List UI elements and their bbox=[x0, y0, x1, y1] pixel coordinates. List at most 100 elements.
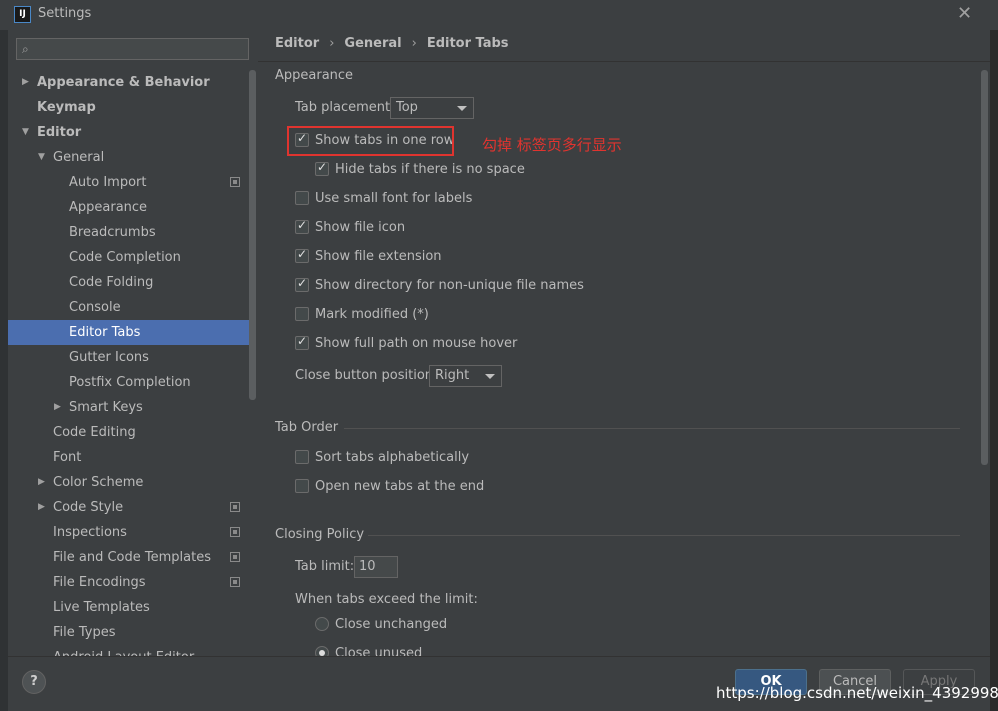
tree-item-label: Appearance bbox=[69, 200, 148, 215]
tab-placement-dropdown[interactable]: Top bbox=[390, 97, 474, 119]
window-title: Settings bbox=[38, 6, 92, 21]
tree-item-font[interactable]: Font bbox=[8, 445, 256, 470]
expand-arrow-icon[interactable]: ▶ bbox=[22, 70, 29, 95]
tree-item-file-code-templates[interactable]: File and Code Templates bbox=[8, 545, 256, 570]
tree-item-label: Auto Import bbox=[69, 175, 147, 190]
tree-item-label: Gutter Icons bbox=[69, 350, 149, 365]
expand-arrow-icon[interactable]: ▶ bbox=[38, 470, 45, 495]
checkbox[interactable]: ✓ bbox=[295, 218, 309, 234]
checkbox[interactable] bbox=[295, 307, 309, 321]
close-button-position-dropdown[interactable]: Right bbox=[429, 365, 502, 387]
search-input[interactable]: ⌕ bbox=[16, 38, 249, 60]
exceed-limit-label: When tabs exceed the limit: bbox=[295, 592, 478, 607]
main-scrollbar[interactable] bbox=[981, 70, 988, 465]
radio-button[interactable] bbox=[315, 617, 329, 631]
radio-label: Close unused bbox=[335, 646, 423, 656]
tree-item-label: Editor Tabs bbox=[69, 325, 141, 340]
tree-item-label: Font bbox=[53, 450, 82, 465]
check-icon: ✓ bbox=[317, 160, 328, 174]
tree-item-label: Breadcrumbs bbox=[69, 225, 156, 240]
settings-sidebar: ⌕ ▶ Appearance & Behavior Keymap ▼ Edito… bbox=[8, 30, 258, 656]
tree-item-label: Smart Keys bbox=[69, 400, 143, 415]
tree-item-console[interactable]: Console bbox=[8, 295, 256, 320]
tree-item-label: Android Layout Editor bbox=[53, 645, 194, 656]
tab-limit-input[interactable]: 10 bbox=[354, 556, 398, 578]
intellij-icon: IJ bbox=[14, 6, 31, 23]
checkbox-label: Show full path on mouse hover bbox=[315, 336, 518, 351]
collapse-arrow-icon[interactable]: ▼ bbox=[22, 120, 29, 145]
tree-item-label: File Encodings bbox=[53, 575, 146, 590]
project-scope-icon bbox=[230, 177, 240, 187]
tree-item-label: Code Editing bbox=[53, 425, 136, 440]
tree-item-breadcrumbs[interactable]: Breadcrumbs bbox=[8, 220, 256, 245]
checkbox-label: Hide tabs if there is no space bbox=[335, 162, 525, 177]
checkbox[interactable]: ✓ bbox=[295, 334, 309, 350]
expand-arrow-icon[interactable]: ▶ bbox=[38, 495, 45, 520]
tab-placement-label: Tab placement: bbox=[295, 100, 395, 115]
tree-item-auto-import[interactable]: Auto Import bbox=[8, 170, 256, 195]
checkbox-label: Show file extension bbox=[315, 249, 442, 264]
right-edge bbox=[990, 30, 998, 711]
checkbox[interactable]: ✓ bbox=[315, 160, 329, 176]
tree-item-color-scheme[interactable]: ▶ Color Scheme bbox=[8, 470, 256, 495]
checkbox[interactable]: ✓ bbox=[295, 247, 309, 263]
tree-item-editor[interactable]: ▼ Editor bbox=[8, 120, 256, 145]
tree-item-code-completion[interactable]: Code Completion bbox=[8, 245, 256, 270]
checkbox-label: Open new tabs at the end bbox=[315, 479, 485, 494]
annotation-text: 勾掉 标签页多行显示 bbox=[482, 136, 622, 154]
tree-item-label: Postfix Completion bbox=[69, 375, 191, 390]
tree-item-label: File and Code Templates bbox=[53, 550, 211, 565]
tree-item-label: Color Scheme bbox=[53, 475, 144, 490]
tree-item-appearance[interactable]: Appearance bbox=[8, 195, 256, 220]
tree-item-label: General bbox=[53, 150, 105, 165]
checkbox[interactable] bbox=[295, 450, 309, 464]
tree-item-code-style[interactable]: ▶ Code Style bbox=[8, 495, 256, 520]
tree-item-label: Editor bbox=[37, 125, 82, 140]
tree-item-file-types[interactable]: File Types bbox=[8, 620, 256, 645]
radio-label: Close unchanged bbox=[335, 617, 448, 632]
tree-item-label: Code Completion bbox=[69, 250, 181, 265]
watermark-text: https://blog.csdn.net/weixin_43929986 bbox=[716, 684, 998, 702]
expand-arrow-icon[interactable]: ▶ bbox=[54, 395, 61, 420]
tree-item-editor-tabs[interactable]: Editor Tabs bbox=[8, 320, 256, 345]
breadcrumb-item: Editor Tabs bbox=[426, 36, 509, 51]
breadcrumb-item: General bbox=[344, 36, 402, 51]
checkbox-label: Show file icon bbox=[315, 220, 406, 235]
tree-item-file-encodings[interactable]: File Encodings bbox=[8, 570, 256, 595]
checkbox[interactable] bbox=[295, 191, 309, 205]
section-title-appearance: Appearance bbox=[275, 68, 354, 83]
tree-item-smart-keys[interactable]: ▶ Smart Keys bbox=[8, 395, 256, 420]
tree-item-android-layout-editor[interactable]: Android Layout Editor bbox=[8, 645, 256, 656]
checkbox[interactable]: ✓ bbox=[295, 276, 309, 292]
check-icon: ✓ bbox=[297, 247, 308, 261]
close-icon[interactable]: ✕ bbox=[957, 3, 972, 24]
radio-button[interactable] bbox=[315, 646, 329, 656]
checkbox-label: Sort tabs alphabetically bbox=[315, 450, 470, 465]
checkbox-label: Show directory for non-unique file names bbox=[315, 278, 584, 293]
sidebar-scrollbar[interactable] bbox=[249, 70, 256, 400]
checkbox-label: Mark modified (*) bbox=[315, 307, 429, 322]
tree-item-live-templates[interactable]: Live Templates bbox=[8, 595, 256, 620]
chevron-down-icon bbox=[457, 106, 467, 111]
tree-item-code-editing[interactable]: Code Editing bbox=[8, 420, 256, 445]
section-divider bbox=[344, 428, 960, 429]
tree-item-general[interactable]: ▼ General bbox=[8, 145, 256, 170]
tree-item-postfix-completion[interactable]: Postfix Completion bbox=[8, 370, 256, 395]
tree-item-code-folding[interactable]: Code Folding bbox=[8, 270, 256, 295]
section-divider bbox=[368, 535, 960, 536]
tree-item-keymap[interactable]: Keymap bbox=[8, 95, 256, 120]
tree-item-appearance-behavior[interactable]: ▶ Appearance & Behavior bbox=[8, 70, 256, 95]
close-button-position-label: Close button position: bbox=[295, 368, 438, 383]
tree-item-inspections[interactable]: Inspections bbox=[8, 520, 256, 545]
collapse-arrow-icon[interactable]: ▼ bbox=[38, 145, 45, 170]
tree-item-label: Inspections bbox=[53, 525, 127, 540]
editor-tabs-panel: Editor › General › Editor Tabs Appearance Ta… bbox=[258, 30, 990, 656]
checkbox[interactable] bbox=[295, 479, 309, 493]
tree-item-label: Live Templates bbox=[53, 600, 150, 615]
search-icon: ⌕ bbox=[22, 42, 29, 56]
tree-item-gutter-icons[interactable]: Gutter Icons bbox=[8, 345, 256, 370]
help-button[interactable]: ? bbox=[22, 670, 46, 694]
breadcrumb-separator: › bbox=[411, 36, 417, 51]
breadcrumb: Editor › General › Editor Tabs bbox=[275, 36, 509, 51]
breadcrumb-separator: › bbox=[329, 36, 335, 51]
